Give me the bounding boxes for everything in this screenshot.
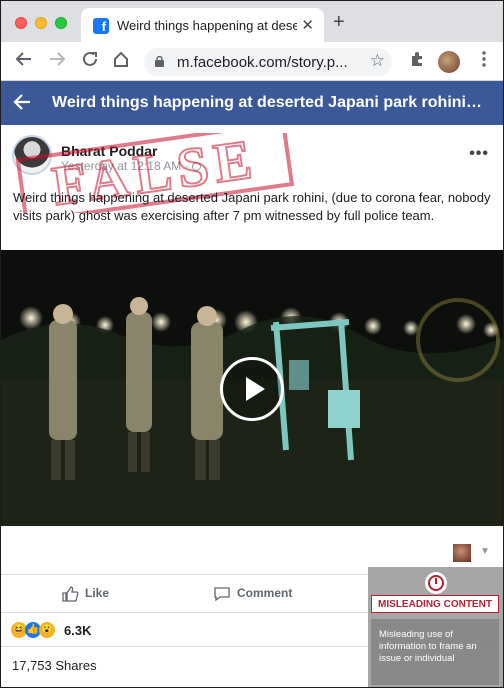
timestamp-text: Yesterday at 12:18 AM · [61, 159, 192, 173]
play-icon [246, 377, 265, 401]
author-avatar[interactable] [12, 135, 52, 175]
forward-icon[interactable] [46, 50, 68, 72]
back-arrow-icon[interactable] [13, 93, 31, 111]
tab-close-icon[interactable]: ✕ [301, 16, 314, 34]
misleading-description-box: Misleading use of information to frame a… [371, 619, 499, 685]
browser-tab[interactable]: f Weird things happening at dese ✕ [81, 8, 324, 42]
tab-title: Weird things happening at dese [117, 18, 297, 33]
menu-kebab-icon[interactable] [473, 50, 495, 72]
maximize-window-button[interactable] [55, 17, 67, 29]
misleading-badge: MISLEADING CONTENT [371, 595, 499, 613]
home-icon[interactable] [110, 50, 132, 72]
minimize-window-button[interactable] [35, 17, 47, 29]
play-button[interactable] [220, 357, 284, 421]
post-timestamp[interactable]: Yesterday at 12:18 AM · [61, 159, 201, 173]
globe-icon [191, 162, 201, 171]
reload-icon[interactable] [79, 50, 101, 72]
tab-bar: f Weird things happening at dese ✕ + [1, 1, 503, 42]
comment-label: Comment [237, 586, 293, 601]
browser-toolbar: m.facebook.com/story.p... ☆ [1, 42, 503, 81]
back-icon[interactable] [13, 50, 35, 72]
thumbs-up-icon [62, 586, 79, 602]
extensions-puzzle-icon[interactable] [406, 50, 428, 72]
new-tab-button[interactable]: + [333, 12, 345, 32]
like-button[interactable]: Like [61, 585, 109, 603]
lock-icon [155, 56, 164, 67]
wow-reaction-icon: 😮 [39, 622, 55, 638]
shares-count[interactable]: 17,753 Shares [12, 658, 97, 673]
reactor-avatar[interactable] [453, 544, 471, 562]
profile-avatar[interactable] [438, 51, 460, 73]
reactions-count: 6.3K [64, 623, 92, 638]
url-text: m.facebook.com/story.p... [177, 54, 348, 71]
facebook-header: Weird things happening at deserted Japan… [1, 81, 503, 125]
close-window-button[interactable] [15, 17, 27, 29]
warning-seal-icon [425, 572, 447, 594]
misleading-description: Misleading use of information to frame a… [379, 629, 477, 664]
post-text: Weird things happening at deserted Japan… [13, 190, 491, 223]
video-player[interactable] [1, 250, 503, 526]
header-title: Weird things happening at deserted Japan… [52, 94, 482, 111]
author-name[interactable]: Bharat Poddar [61, 143, 157, 159]
misleading-content-panel: MISLEADING CONTENT Misleading use of inf… [368, 567, 503, 687]
comment-button[interactable]: Comment [213, 585, 292, 603]
facebook-favicon-icon: f [93, 18, 109, 34]
bookmark-star-icon[interactable]: ☆ [370, 51, 385, 71]
browser-window: f Weird things happening at dese ✕ + m.f… [0, 0, 504, 688]
address-bar[interactable]: m.facebook.com/story.p... ☆ [144, 48, 392, 76]
post-header: Bharat Poddar Yesterday at 12:18 AM · ••… [1, 125, 503, 185]
like-label: Like [85, 586, 110, 601]
more-options-button[interactable]: ••• [469, 145, 489, 163]
comment-bubble-icon [214, 587, 230, 602]
chevron-down-icon[interactable]: ▼ [480, 546, 490, 557]
